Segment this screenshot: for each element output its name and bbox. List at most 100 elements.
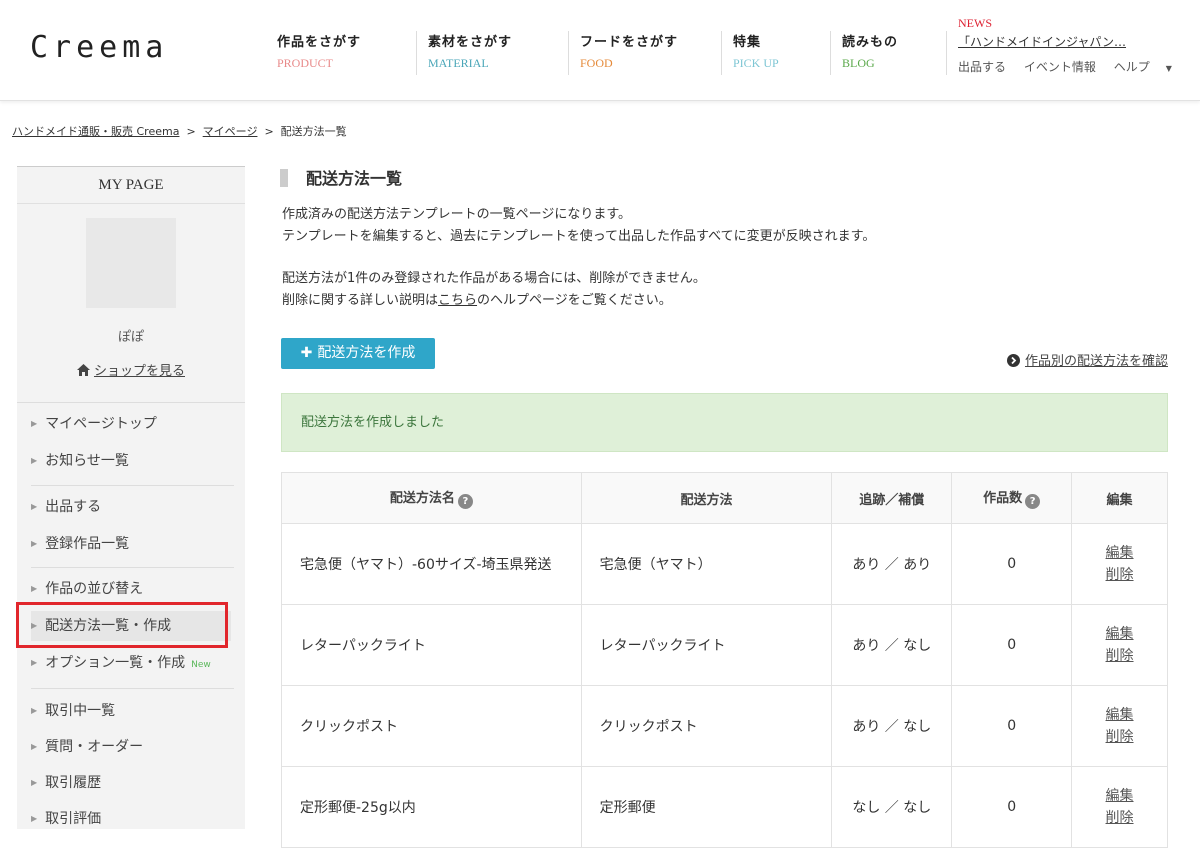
nav-food-sub: FOOD — [580, 56, 613, 70]
table-row: レターパックライト レターパックライト あり ／ なし 0 編集 削除 — [281, 604, 1168, 686]
sidebar-item-notices[interactable]: ▶ お知らせ一覧 — [31, 446, 231, 476]
check-link-label: 作品別の配送方法を確認 — [1024, 354, 1168, 369]
cell-actions: 編集 削除 — [1071, 766, 1168, 848]
page-title-text: 配送方法一覧 — [306, 169, 403, 188]
view-shop-label: ショップを見る — [93, 364, 185, 379]
caret-down-icon: ▼ — [1165, 64, 1172, 73]
col-header-edit: 編集 — [1071, 472, 1168, 524]
help-page-link[interactable]: こちら — [438, 293, 477, 308]
cell-actions: 編集 削除 — [1071, 604, 1168, 686]
nav-blog[interactable]: 読みもの BLOG — [830, 31, 898, 75]
breadcrumb: ハンドメイド通販・販売 Creema > マイページ > 配送方法一覧 — [12, 123, 347, 139]
sidebar-item-label: 取引履歴 — [45, 775, 102, 791]
nav-blog-label: 読みもの — [842, 35, 899, 50]
sidebar: MY PAGE ぽぽ ショップを見る ▶ マイページトップ ▶ お知らせ一覧 ▶ 出品… — [17, 166, 245, 829]
nav-material[interactable]: 素材をさがす MATERIAL — [416, 31, 512, 75]
cell-tracking: あり ／ なし — [831, 685, 953, 767]
cell-actions: 編集 削除 — [1071, 685, 1168, 767]
description-line: 作成済みの配送方法テンプレートの一覧ページになります。 — [282, 207, 632, 222]
sidebar-divider — [31, 567, 234, 568]
edit-link[interactable]: 編集 — [1073, 542, 1166, 564]
shipping-methods-table: 配送方法名? 配送方法 追跡／補償 作品数? 編集 宅急便（ヤマト）-60サイズ… — [281, 472, 1168, 848]
triangle-right-icon: ▶ — [31, 778, 38, 787]
sidebar-item-transaction-reviews[interactable]: ▶ 取引評価 — [31, 804, 231, 834]
cell-count: 0 — [951, 685, 1073, 767]
delete-link[interactable]: 削除 — [1073, 726, 1166, 748]
edit-link[interactable]: 編集 — [1073, 785, 1166, 807]
sidebar-item-label: お知らせ一覧 — [45, 453, 129, 469]
question-icon[interactable]: ? — [457, 494, 473, 509]
sidebar-divider — [17, 402, 245, 403]
sidebar-item-mypage-top[interactable]: ▶ マイページトップ — [31, 409, 231, 439]
delete-link[interactable]: 削除 — [1073, 564, 1166, 586]
highlight-annotation-box — [16, 602, 228, 648]
plus-icon: ✚ — [300, 345, 313, 361]
triangle-right-icon: ▶ — [31, 658, 38, 667]
sidebar-item-ongoing-transactions[interactable]: ▶ 取引中一覧 — [31, 696, 231, 726]
cell-name: クリックポスト — [281, 685, 582, 767]
triangle-right-icon: ▶ — [31, 456, 38, 465]
cell-name: 宅急便（ヤマト）-60サイズ-埼玉県発送 — [281, 523, 582, 605]
sidebar-divider — [31, 485, 234, 486]
question-icon[interactable]: ? — [1025, 494, 1041, 509]
nav-product[interactable]: 作品をさがす PRODUCT — [277, 31, 361, 71]
delete-link[interactable]: 削除 — [1073, 645, 1166, 667]
breadcrumb-home[interactable]: ハンドメイド通販・販売 Creema — [12, 125, 179, 138]
col-header-count: 作品数? — [951, 472, 1073, 524]
site-header: Creema 作品をさがす PRODUCT 素材をさがす MATERIAL フー… — [0, 0, 1200, 101]
breadcrumb-mypage[interactable]: マイページ — [203, 125, 258, 138]
cell-name: 定形郵便-25g以内 — [281, 766, 582, 848]
nav-divider — [946, 31, 947, 75]
description-line: 配送方法が1件のみ登録された作品がある場合には、削除ができません。 — [282, 271, 706, 286]
cell-tracking: あり ／ あり — [831, 523, 953, 605]
delete-link[interactable]: 削除 — [1073, 807, 1166, 829]
cell-method: クリックポスト — [580, 685, 833, 767]
edit-link[interactable]: 編集 — [1073, 623, 1166, 645]
description-line: 削除に関する詳しい説明はこちらのヘルプページをご覧ください。 — [282, 290, 706, 312]
cell-count: 0 — [951, 523, 1073, 605]
nav-food[interactable]: フードをさがす FOOD — [568, 31, 678, 75]
create-shipping-method-button[interactable]: ✚ 配送方法を作成 — [281, 338, 435, 369]
cell-tracking: なし ／ なし — [831, 766, 953, 848]
nav-material-label: 素材をさがす — [428, 35, 513, 50]
delete-note: 配送方法が1件のみ登録された作品がある場合には、削除ができません。 削除に関する… — [282, 268, 706, 312]
header-link-help[interactable]: ヘルプ ▼ — [1114, 60, 1186, 74]
sidebar-item-label: 質問・オーダー — [45, 739, 144, 755]
cell-actions: 編集 削除 — [1071, 523, 1168, 605]
sidebar-item-label: 作品の並び替え — [45, 581, 144, 597]
sidebar-item-registered-items[interactable]: ▶ 登録作品一覧 — [31, 529, 231, 559]
cell-tracking: あり ／ なし — [831, 604, 953, 686]
edit-link[interactable]: 編集 — [1073, 704, 1166, 726]
nav-pickup[interactable]: 特集 PICK UP — [721, 31, 779, 75]
col-header-label: 作品数 — [983, 491, 1023, 506]
avatar[interactable] — [86, 218, 176, 308]
sidebar-item-questions-orders[interactable]: ▶ 質問・オーダー — [31, 732, 231, 762]
view-shop-link[interactable]: ショップを見る — [17, 360, 245, 379]
sidebar-item-sell[interactable]: ▶ 出品する — [31, 492, 231, 522]
news-link[interactable]: 「ハンドメイドインジャパン… — [958, 33, 1126, 50]
sidebar-title: MY PAGE — [17, 167, 245, 204]
breadcrumb-separator: > — [264, 125, 274, 138]
sidebar-item-sort-items[interactable]: ▶ 作品の並び替え — [31, 574, 231, 604]
circle-chevron-right-icon — [1006, 354, 1020, 367]
nav-blog-sub: BLOG — [842, 56, 875, 70]
table-row: 定形郵便-25g以内 定形郵便 なし ／ なし 0 編集 削除 — [281, 766, 1168, 848]
sidebar-item-options[interactable]: ▶ オプション一覧・作成 New — [31, 648, 231, 678]
sidebar-item-transaction-history[interactable]: ▶ 取引履歴 — [31, 768, 231, 798]
creema-logo[interactable]: Creema — [30, 30, 168, 65]
col-header-tracking: 追跡／補償 — [831, 472, 953, 524]
cell-method: レターパックライト — [580, 604, 833, 686]
header-link-events[interactable]: イベント情報 — [1024, 60, 1096, 74]
nav-material-sub: MATERIAL — [428, 56, 489, 70]
cell-method: 定形郵便 — [580, 766, 833, 848]
help-text-post: のヘルプページをご覧ください。 — [477, 293, 672, 308]
check-shipping-by-item-link[interactable]: 作品別の配送方法を確認 — [1006, 350, 1168, 369]
triangle-right-icon: ▶ — [31, 706, 38, 715]
table-row: クリックポスト クリックポスト あり ／ なし 0 編集 削除 — [281, 685, 1168, 767]
description: 作成済みの配送方法テンプレートの一覧ページになります。 テンプレートを編集すると… — [282, 204, 875, 248]
sidebar-item-label: 出品する — [45, 499, 102, 515]
header-link-help-label: ヘルプ — [1113, 60, 1150, 74]
sidebar-item-label: 取引評価 — [45, 811, 102, 827]
sidebar-item-label: 登録作品一覧 — [45, 536, 130, 552]
header-link-sell[interactable]: 出品する — [958, 60, 1006, 74]
